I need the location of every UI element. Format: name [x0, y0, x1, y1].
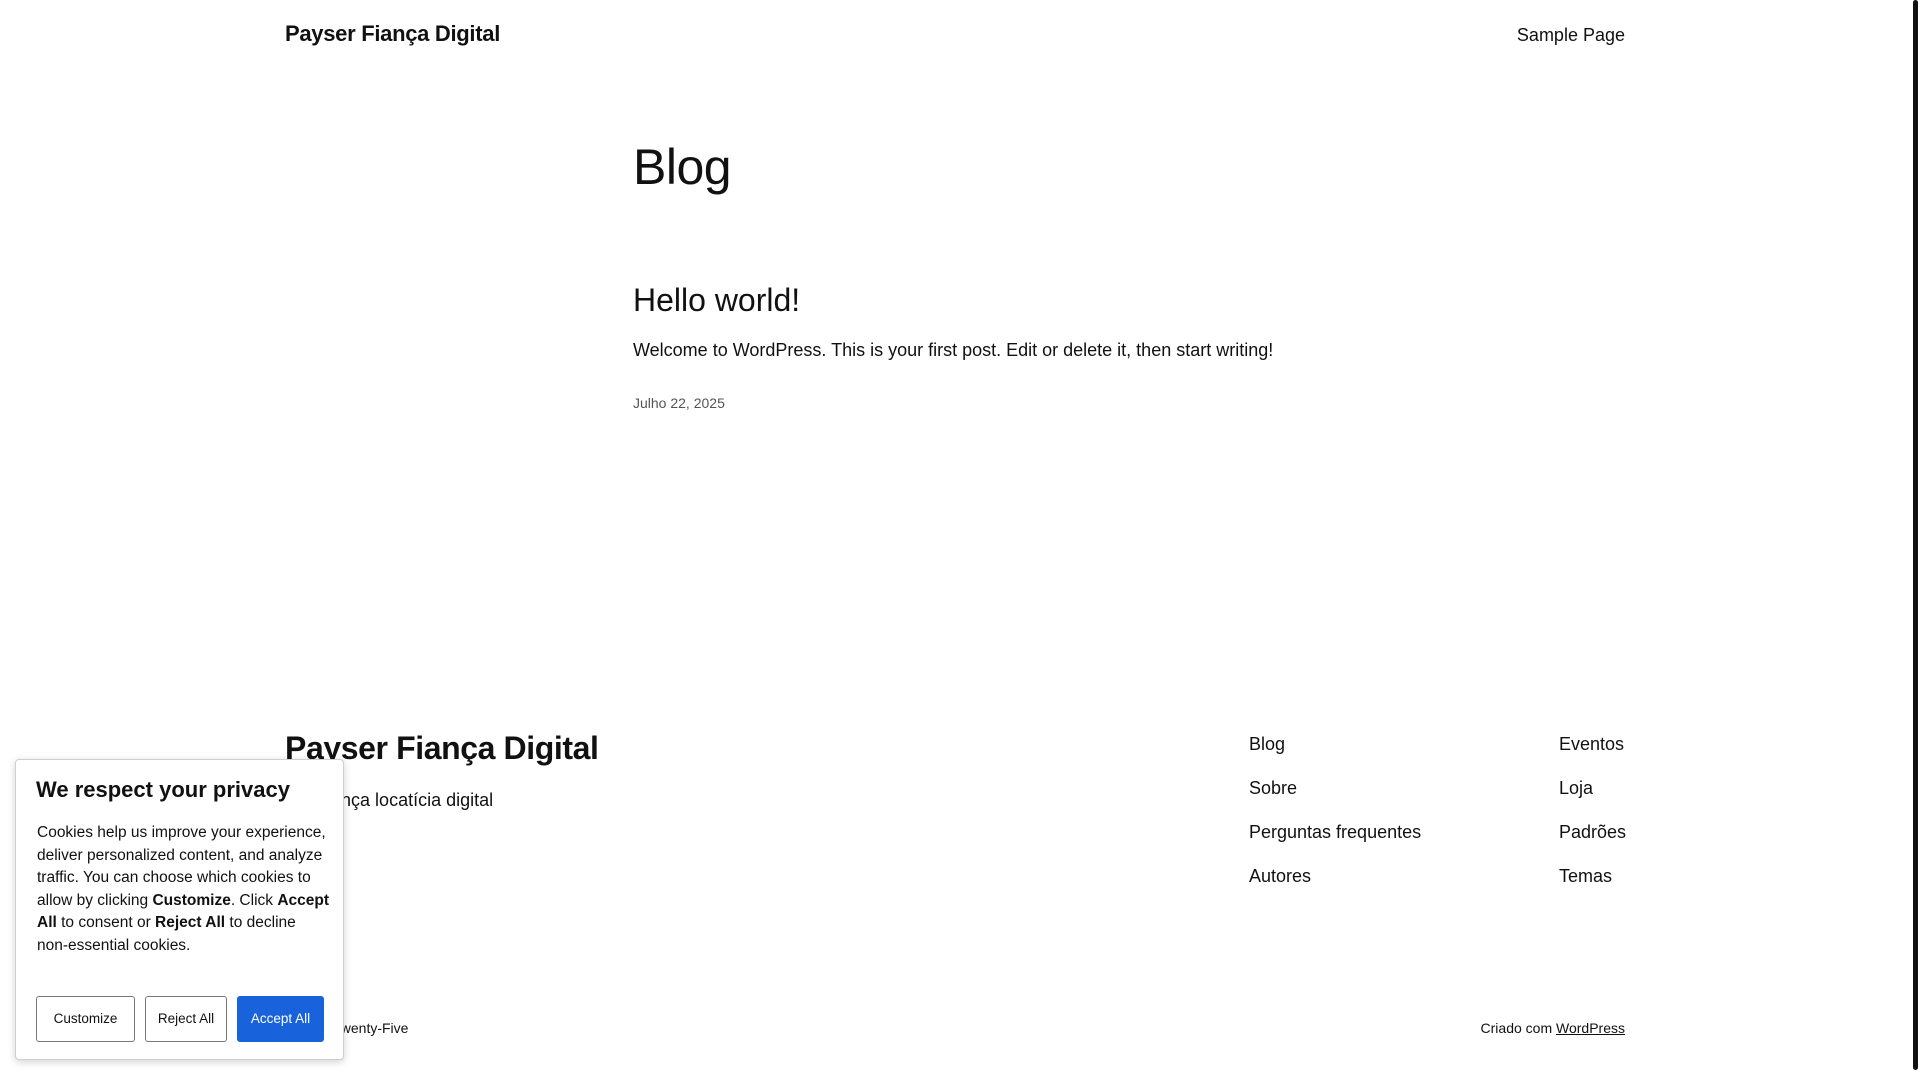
cookie-text-customize: Customize	[152, 891, 231, 909]
footer-link-temas[interactable]: Temas	[1559, 865, 1626, 909]
cookie-banner-title: We respect your privacy	[36, 777, 290, 802]
cookie-text-part: to consent or	[56, 914, 156, 931]
page-title: Blog	[633, 139, 732, 195]
footer-link-autores[interactable]: Autores	[1249, 865, 1421, 909]
page: Payser Fiança Digital Sample Page Blog H…	[0, 0, 1920, 1080]
wordpress-link[interactable]: WordPress	[1556, 1020, 1625, 1036]
post-date: Julho 22, 2025	[633, 395, 725, 411]
footer-link-loja[interactable]: Loja	[1559, 777, 1626, 821]
footer-nav-column-1: Blog Sobre Perguntas frequentes Autores	[1249, 733, 1421, 909]
cookie-text-reject: Reject All	[155, 914, 226, 931]
reject-all-button[interactable]: Reject All	[145, 996, 227, 1042]
page-scrollbar[interactable]	[1910, 0, 1920, 1080]
footer-link-sobre[interactable]: Sobre	[1249, 777, 1421, 821]
scrollbar-thumb[interactable]	[1913, 0, 1918, 1070]
footer-nav-column-2: Eventos Loja Padrões Temas	[1559, 733, 1626, 909]
site-title[interactable]: Payser Fiança Digital	[285, 21, 500, 47]
footer-link-eventos[interactable]: Eventos	[1559, 733, 1626, 777]
accept-all-button[interactable]: Accept All	[237, 996, 324, 1042]
powered-by: Criado com WordPress	[1481, 1020, 1625, 1036]
cookie-banner-description: Cookies help us improve your experience,…	[37, 822, 329, 957]
footer-link-faq[interactable]: Perguntas frequentes	[1249, 821, 1421, 865]
post-title-link[interactable]: Hello world!	[633, 282, 800, 319]
footer-link-padroes[interactable]: Padrões	[1559, 821, 1626, 865]
customize-button[interactable]: Customize	[36, 996, 135, 1042]
cookie-text-part: . Click	[230, 891, 278, 909]
powered-by-prefix: Criado com	[1480, 1020, 1553, 1036]
nav-sample-page-link[interactable]: Sample Page	[1517, 25, 1625, 46]
cookie-consent-banner: We respect your privacy Cookies help us …	[15, 759, 344, 1060]
post-excerpt: Welcome to WordPress. This is your first…	[633, 340, 1274, 360]
footer-link-blog[interactable]: Blog	[1249, 733, 1421, 777]
